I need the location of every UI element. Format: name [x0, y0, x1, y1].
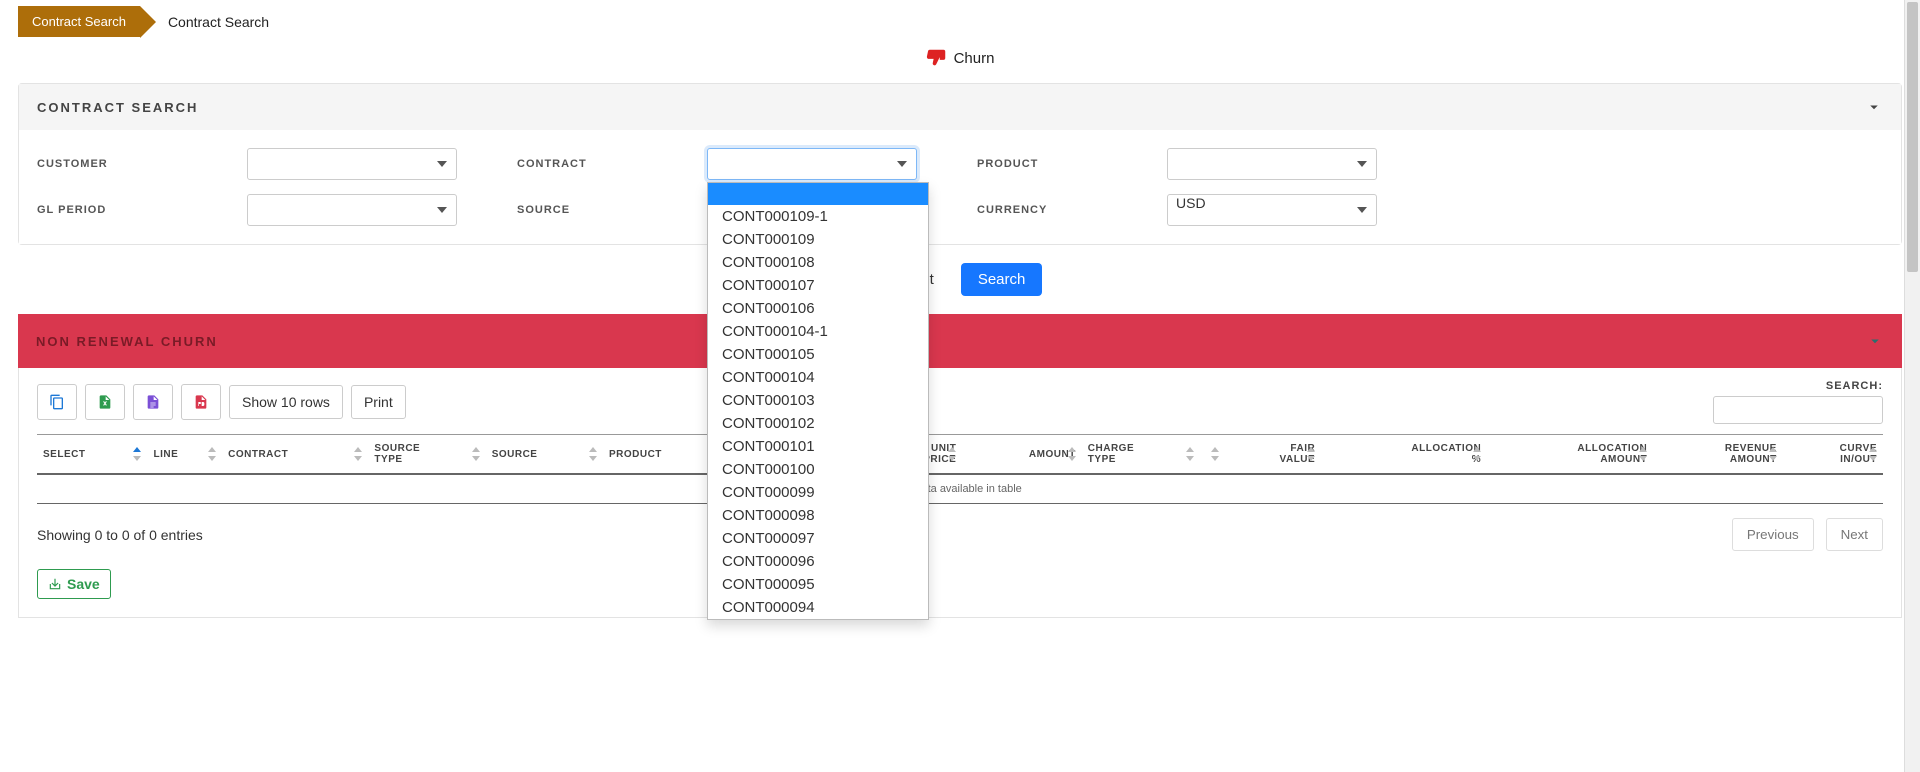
contract-option[interactable]: CONT000109-1	[708, 205, 928, 228]
table-info: Showing 0 to 0 of 0 entries	[37, 527, 203, 543]
label-source: SOURCE	[517, 204, 707, 216]
table-search-input[interactable]	[1713, 396, 1883, 424]
label-customer: CUSTOMER	[37, 158, 247, 170]
currency-select[interactable]: USD	[1167, 194, 1377, 226]
contract-option[interactable]	[708, 183, 928, 205]
contract-option[interactable]: CONT000104-1	[708, 320, 928, 343]
chevron-down-icon	[1865, 98, 1883, 116]
col-blank[interactable]	[1200, 435, 1224, 475]
pdf-icon	[193, 394, 209, 410]
excel-button[interactable]	[85, 384, 125, 420]
contract-option[interactable]: CONT000103	[708, 389, 928, 412]
contract-option[interactable]: CONT000105	[708, 343, 928, 366]
label-currency: CURRENCY	[977, 204, 1167, 216]
col-contract[interactable]: CONTRACT	[222, 435, 368, 475]
card-title: CONTRACT SEARCH	[37, 100, 198, 115]
non-renewal-churn-panel: NON RENEWAL CHURN Show 10 rows Print SEA…	[18, 314, 1902, 618]
search-label: SEARCH:	[1713, 380, 1883, 392]
prev-button[interactable]: Previous	[1732, 518, 1814, 551]
file-icon	[145, 394, 161, 410]
search-button[interactable]: Search	[961, 263, 1043, 296]
contract-option[interactable]: CONT000098	[708, 504, 928, 527]
save-icon	[48, 577, 62, 591]
contract-search-card: CONTRACT SEARCH CUSTOMER CONTRACT PRODUC…	[18, 83, 1902, 245]
results-table: SELECTLINECONTRACTSOURCETYPESOURCEPRODUC…	[37, 434, 1883, 504]
contract-option[interactable]: CONT000100	[708, 458, 928, 481]
contract-option[interactable]: CONT000109	[708, 228, 928, 251]
col-fair-value[interactable]: FAIRVALUE	[1225, 435, 1322, 475]
contract-option[interactable]: CONT000096	[708, 550, 928, 573]
col-source[interactable]: SOURCE	[486, 435, 603, 475]
panel-title: NON RENEWAL CHURN	[36, 334, 218, 349]
panel-header[interactable]: NON RENEWAL CHURN	[18, 314, 1902, 368]
contract-option[interactable]: CONT000097	[708, 527, 928, 550]
contract-option[interactable]: CONT000101	[708, 435, 928, 458]
scrollbar-thumb[interactable]	[1907, 2, 1918, 272]
contract-option[interactable]: CONT000102	[708, 412, 928, 435]
thumbs-down-icon	[926, 47, 948, 69]
next-button[interactable]: Next	[1826, 518, 1883, 551]
label-gl-period: GL PERIOD	[37, 204, 247, 216]
csv-button[interactable]	[133, 384, 173, 420]
contract-option[interactable]: CONT000104	[708, 366, 928, 389]
contract-option[interactable]: CONT000108	[708, 251, 928, 274]
churn-label: Churn	[954, 50, 995, 67]
copy-icon	[49, 394, 65, 410]
churn-indicator: Churn	[18, 47, 1902, 69]
col-charge-type[interactable]: CHARGETYPE	[1082, 435, 1200, 475]
contract-option[interactable]: CONT000094	[708, 596, 928, 619]
pdf-button[interactable]	[181, 384, 221, 420]
col-curve-in-out[interactable]: CURVEIN/OUT	[1783, 435, 1883, 475]
product-select[interactable]	[1167, 148, 1377, 180]
contract-option[interactable]: CONT000107	[708, 274, 928, 297]
breadcrumb-current: Contract Search	[168, 14, 269, 30]
col-select[interactable]: SELECT	[37, 435, 147, 475]
gl-period-select[interactable]	[247, 194, 457, 226]
chevron-down-icon	[1866, 332, 1884, 350]
contract-dropdown[interactable]: CONT000109-1CONT000109CONT000108CONT0001…	[707, 182, 929, 620]
col-revenue-amount[interactable]: REVENUEAMOUNT	[1653, 435, 1783, 475]
label-product: PRODUCT	[977, 158, 1167, 170]
label-contract: CONTRACT	[517, 158, 707, 170]
breadcrumb: Contract Search Contract Search	[18, 6, 1902, 37]
print-button[interactable]: Print	[351, 385, 406, 419]
card-header[interactable]: CONTRACT SEARCH	[19, 84, 1901, 130]
col-allocation-amount[interactable]: ALLOCATIONAMOUNT	[1487, 435, 1653, 475]
col-source-type[interactable]: SOURCETYPE	[368, 435, 485, 475]
col-line[interactable]: LINE	[147, 435, 222, 475]
contract-select[interactable]	[707, 148, 917, 180]
contract-option[interactable]: CONT000095	[708, 573, 928, 596]
save-button[interactable]: Save	[37, 569, 111, 599]
col-allocation-[interactable]: ALLOCATION%	[1321, 435, 1487, 475]
excel-icon	[97, 394, 113, 410]
col-amount[interactable]: AMOUNT	[962, 435, 1081, 475]
contract-option[interactable]: CONT000099	[708, 481, 928, 504]
customer-select[interactable]	[247, 148, 457, 180]
breadcrumb-root[interactable]: Contract Search	[18, 6, 140, 37]
copy-button[interactable]	[37, 384, 77, 420]
show-rows-button[interactable]: Show 10 rows	[229, 385, 343, 419]
contract-option[interactable]: CONT000106	[708, 297, 928, 320]
table-empty: No data available in table	[37, 474, 1883, 504]
